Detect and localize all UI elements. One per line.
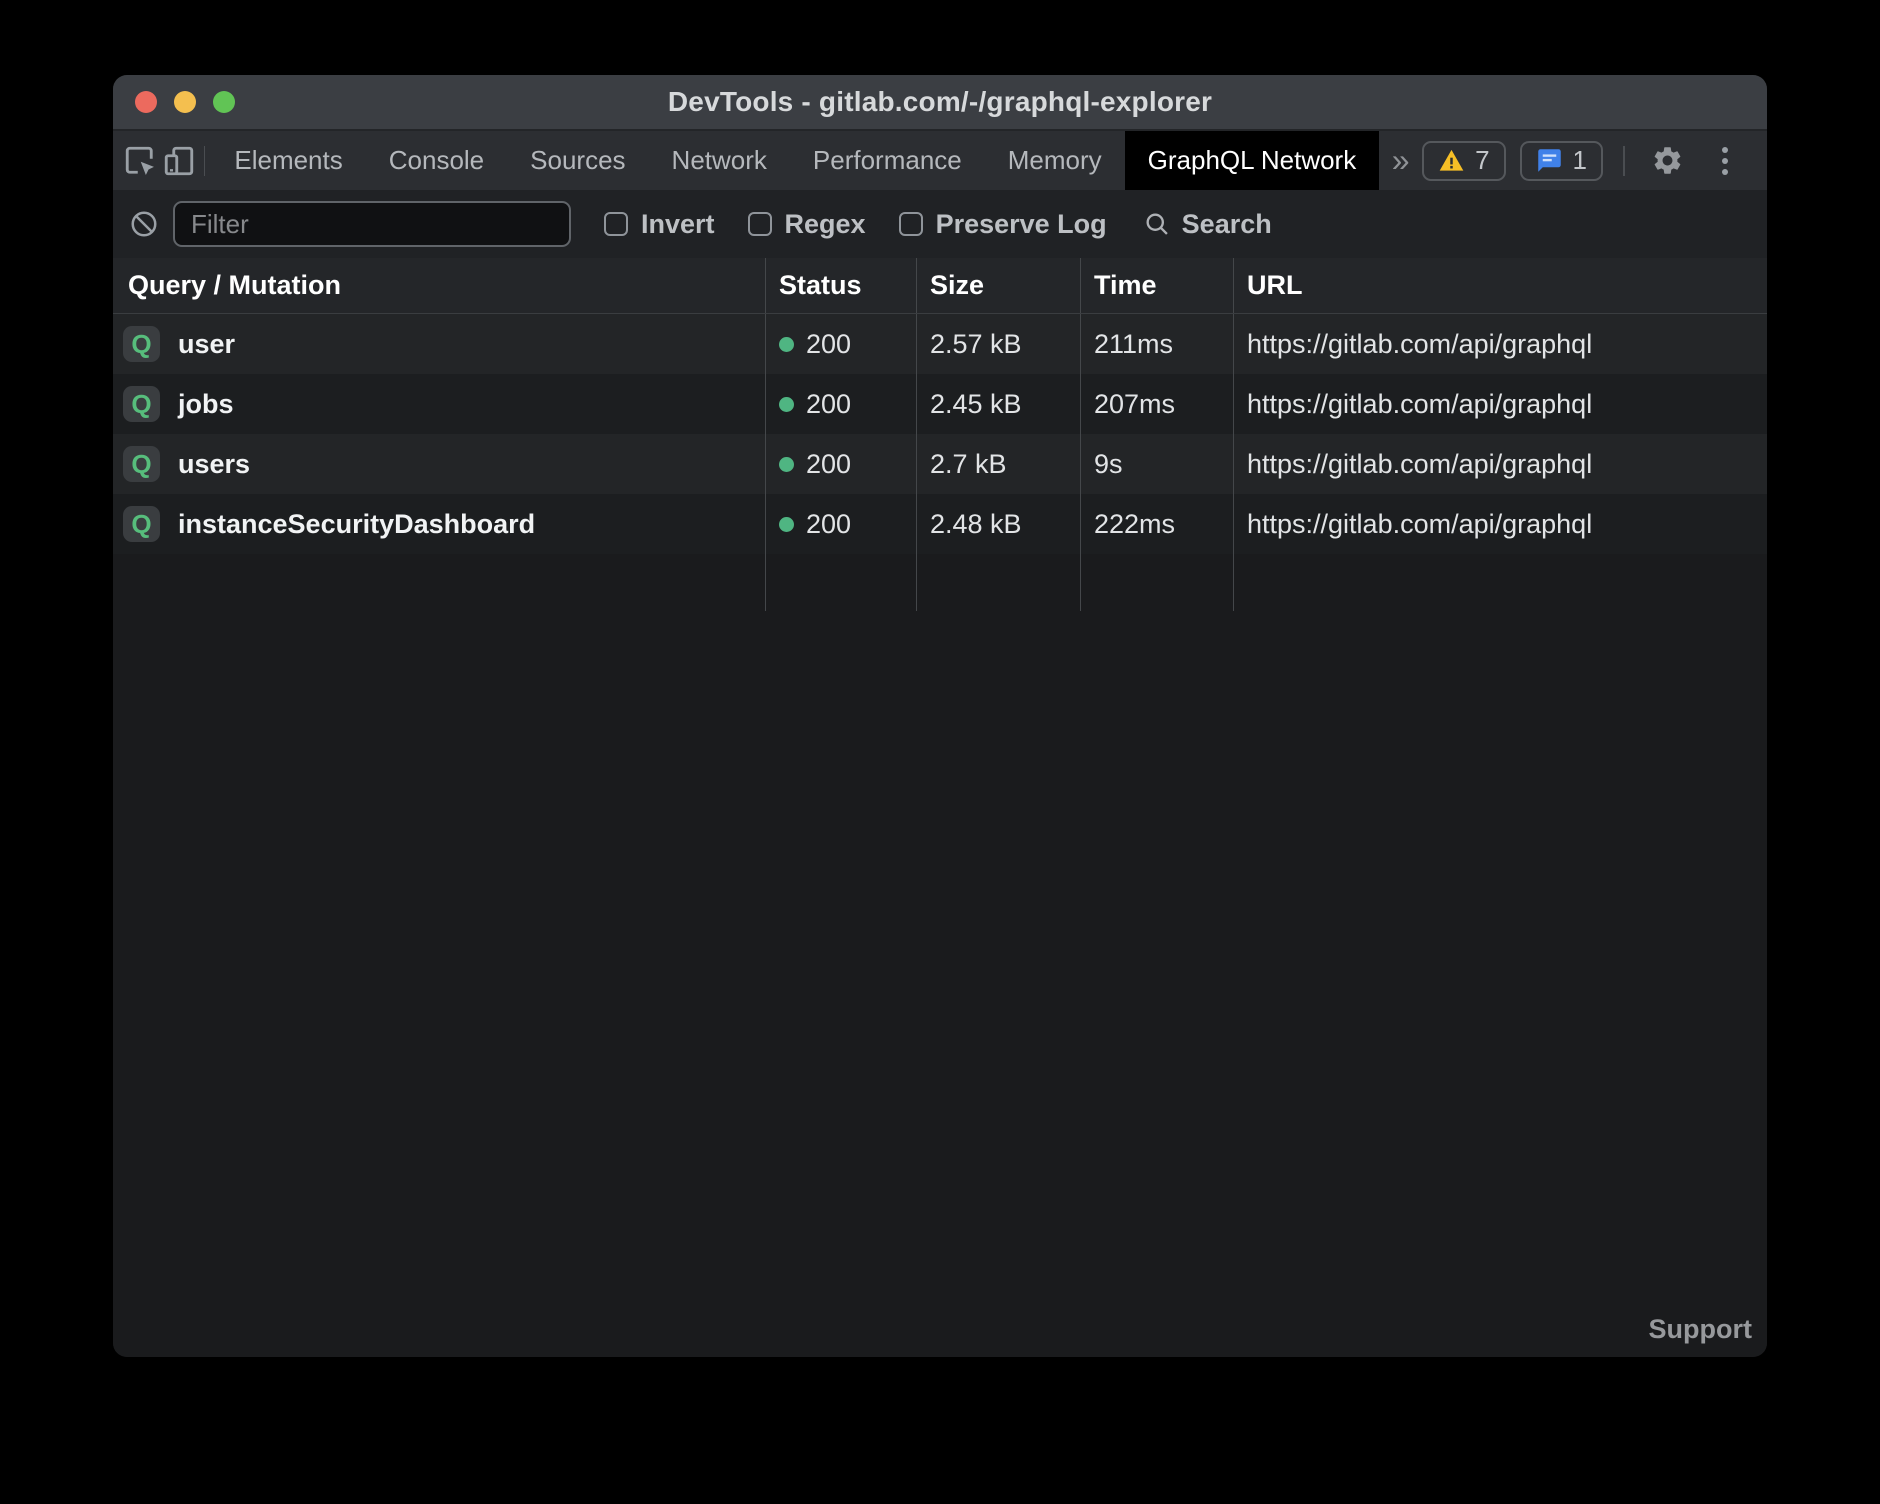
- tab-console[interactable]: Console: [366, 131, 507, 190]
- message-count: 1: [1573, 145, 1587, 176]
- issues-button[interactable]: 1: [1520, 141, 1603, 181]
- zoom-button[interactable]: [213, 91, 235, 113]
- gear-icon: [1651, 144, 1684, 177]
- table-row[interactable]: Qjobs 200 2.45 kB 207ms https://gitlab.c…: [113, 374, 1767, 434]
- traffic-lights: [135, 75, 235, 129]
- column-header-time[interactable]: Time: [1080, 258, 1233, 313]
- more-options-button[interactable]: [1703, 139, 1747, 183]
- column-header-url[interactable]: URL: [1233, 258, 1767, 313]
- devtools-tab-bar: Elements Console Sources Network Perform…: [113, 131, 1767, 190]
- preserve-log-checkbox[interactable]: [899, 212, 923, 236]
- invert-checkbox[interactable]: [604, 212, 628, 236]
- time-value: 9s: [1080, 434, 1233, 494]
- url-value: https://gitlab.com/api/graphql: [1233, 434, 1767, 494]
- invert-label: Invert: [641, 209, 715, 240]
- status-value: 200: [806, 449, 851, 480]
- inspect-element-button[interactable]: [121, 131, 159, 190]
- url-value: https://gitlab.com/api/graphql: [1233, 374, 1767, 434]
- search-label: Search: [1182, 209, 1272, 240]
- size-value: 2.7 kB: [916, 434, 1080, 494]
- device-toolbar-button[interactable]: [159, 131, 197, 190]
- tab-performance[interactable]: Performance: [790, 131, 985, 190]
- warnings-button[interactable]: 7: [1422, 141, 1505, 181]
- url-value: https://gitlab.com/api/graphql: [1233, 314, 1767, 374]
- filter-input[interactable]: [173, 201, 571, 247]
- preserve-log-checkbox-group[interactable]: Preserve Log: [899, 209, 1107, 240]
- tab-network[interactable]: Network: [649, 131, 790, 190]
- warning-count: 7: [1475, 145, 1489, 176]
- time-value: 207ms: [1080, 374, 1233, 434]
- query-type-badge: Q: [123, 506, 160, 542]
- device-toolbar-icon: [161, 143, 197, 179]
- column-divider-extension: [113, 554, 1767, 611]
- support-link[interactable]: Support: [1649, 1314, 1752, 1345]
- search-icon: [1143, 210, 1171, 238]
- table-row[interactable]: QinstanceSecurityDashboard 200 2.48 kB 2…: [113, 494, 1767, 554]
- toolbar-divider: [204, 146, 205, 176]
- title-bar: DevTools - gitlab.com/-/graphql-explorer: [113, 75, 1767, 131]
- warning-triangle-icon: [1438, 147, 1465, 174]
- table-row[interactable]: Qusers 200 2.7 kB 9s https://gitlab.com/…: [113, 434, 1767, 494]
- table-header: Query / Mutation Status Size Time URL: [113, 258, 1767, 314]
- column-header-size[interactable]: Size: [916, 258, 1080, 313]
- query-type-badge: Q: [123, 446, 160, 482]
- size-value: 2.48 kB: [916, 494, 1080, 554]
- query-name: jobs: [178, 389, 234, 420]
- filter-toolbar: Invert Regex Preserve Log Search: [113, 190, 1767, 258]
- column-header-status[interactable]: Status: [765, 258, 916, 313]
- status-ok-dot: [779, 517, 794, 532]
- tab-graphql-network[interactable]: GraphQL Network: [1125, 131, 1380, 190]
- status-ok-dot: [779, 337, 794, 352]
- regex-checkbox-group[interactable]: Regex: [748, 209, 866, 240]
- query-type-badge: Q: [123, 386, 160, 422]
- devtools-window: DevTools - gitlab.com/-/graphql-explorer…: [113, 75, 1767, 1357]
- url-value: https://gitlab.com/api/graphql: [1233, 494, 1767, 554]
- regex-checkbox[interactable]: [748, 212, 772, 236]
- inspect-cursor-icon: [122, 143, 158, 179]
- status-ok-dot: [779, 397, 794, 412]
- time-value: 222ms: [1080, 494, 1233, 554]
- regex-label: Regex: [785, 209, 866, 240]
- preserve-log-label: Preserve Log: [936, 209, 1107, 240]
- status-value: 200: [806, 509, 851, 540]
- kebab-menu-icon: [1722, 147, 1728, 175]
- message-icon: [1536, 147, 1563, 174]
- query-name: users: [178, 449, 250, 480]
- invert-checkbox-group[interactable]: Invert: [604, 209, 715, 240]
- status-value: 200: [806, 389, 851, 420]
- panel-empty-area: Support: [113, 611, 1767, 1357]
- query-type-badge: Q: [123, 326, 160, 362]
- size-value: 2.57 kB: [916, 314, 1080, 374]
- search-button[interactable]: Search: [1143, 209, 1272, 240]
- status-value: 200: [806, 329, 851, 360]
- column-header-query-mutation[interactable]: Query / Mutation: [113, 258, 765, 313]
- tab-sources[interactable]: Sources: [507, 131, 648, 190]
- minimize-button[interactable]: [174, 91, 196, 113]
- query-name: user: [178, 329, 235, 360]
- clear-filter-button[interactable]: [129, 209, 159, 239]
- table-row[interactable]: Quser 200 2.57 kB 211ms https://gitlab.c…: [113, 314, 1767, 374]
- size-value: 2.45 kB: [916, 374, 1080, 434]
- tab-memory[interactable]: Memory: [985, 131, 1125, 190]
- status-ok-dot: [779, 457, 794, 472]
- window-title: DevTools - gitlab.com/-/graphql-explorer: [668, 86, 1212, 118]
- controls-divider: [1623, 146, 1625, 176]
- tabbar-right-controls: 7 1: [1422, 131, 1767, 190]
- more-tabs-chevron[interactable]: »: [1379, 131, 1422, 190]
- close-button[interactable]: [135, 91, 157, 113]
- tab-elements[interactable]: Elements: [211, 131, 365, 190]
- settings-button[interactable]: [1645, 139, 1689, 183]
- query-name: instanceSecurityDashboard: [178, 509, 535, 540]
- time-value: 211ms: [1080, 314, 1233, 374]
- block-icon: [129, 209, 159, 239]
